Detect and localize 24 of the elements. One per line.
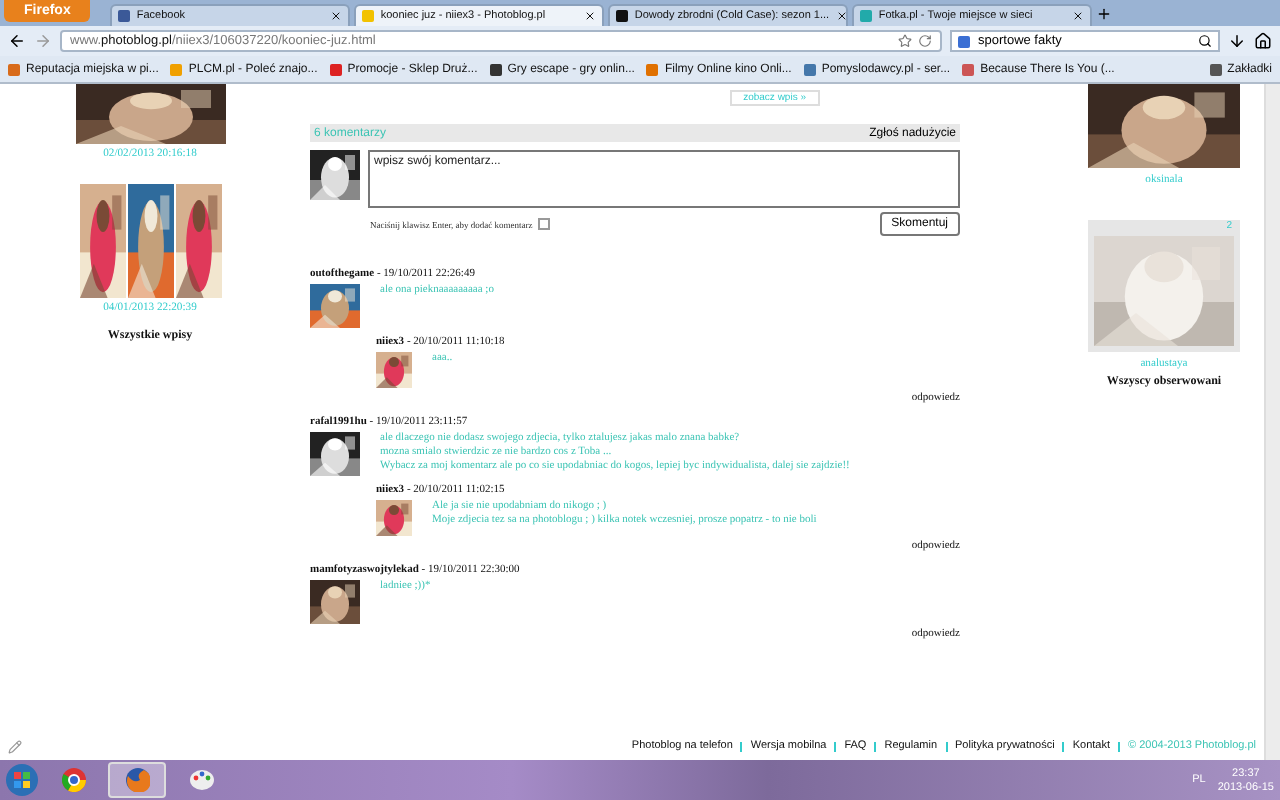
edit-icon[interactable]: [8, 739, 22, 753]
search-icon: [1198, 34, 1212, 48]
close-icon: [835, 10, 847, 22]
favicon-icon: [118, 10, 131, 22]
start-orb-icon[interactable]: [6, 764, 38, 796]
download-icon[interactable]: [1228, 32, 1246, 50]
forward-icon[interactable]: [34, 32, 52, 50]
favicon-icon: [860, 10, 873, 22]
firefox-icon: [125, 768, 149, 792]
home-icon[interactable]: [1254, 32, 1272, 50]
back-icon[interactable]: [8, 32, 26, 50]
star-icon: [898, 34, 912, 48]
reload-icon: [918, 34, 932, 48]
close-icon: [330, 10, 343, 22]
palette-icon: [189, 768, 213, 792]
scrollbar[interactable]: [1264, 84, 1280, 760]
favicon-icon: [362, 10, 375, 22]
favicon-icon: [616, 10, 629, 22]
chrome-icon: [61, 768, 85, 792]
enter-checkbox[interactable]: [538, 218, 551, 230]
new-tab-icon[interactable]: [1096, 6, 1113, 22]
close-icon: [584, 10, 597, 22]
taskbar-app[interactable]: [108, 762, 166, 798]
close-icon: [1072, 10, 1085, 22]
